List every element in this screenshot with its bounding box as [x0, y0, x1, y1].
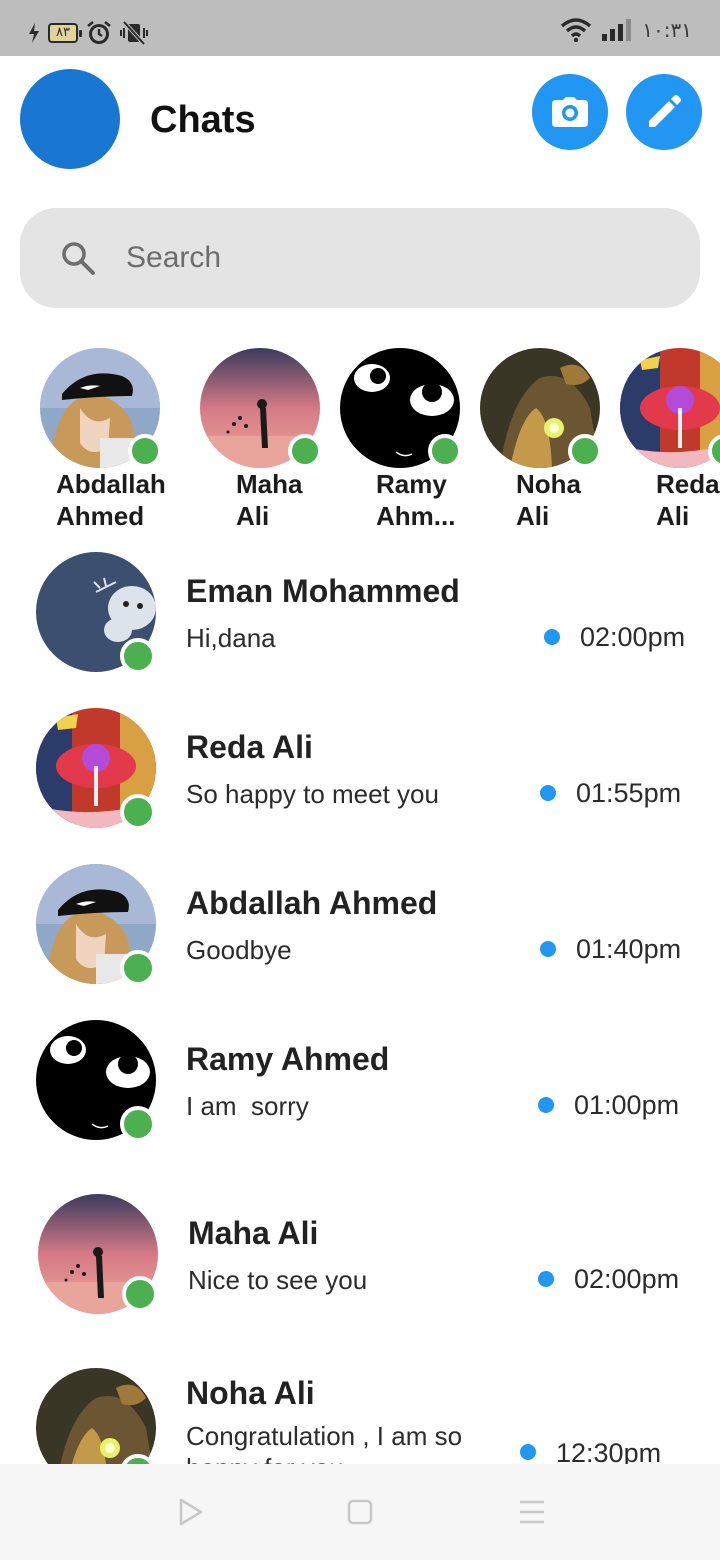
story-name: Noha Ali — [516, 469, 581, 531]
search-input[interactable] — [126, 241, 646, 275]
chat-message-preview: I am sorry — [186, 1091, 309, 1121]
page-title: Chats — [150, 99, 256, 141]
home-button[interactable] — [342, 1494, 378, 1530]
chat-row[interactable]: Noha Ali Congratulation , I am so happy … — [0, 1356, 720, 1464]
unread-indicator — [540, 941, 556, 957]
online-indicator — [428, 434, 462, 468]
online-indicator — [128, 434, 162, 468]
online-indicator — [288, 434, 322, 468]
chat-time: 01:00pm — [574, 1090, 680, 1120]
chat-name: Ramy Ahmed — [186, 1041, 390, 1077]
unread-indicator — [540, 785, 556, 801]
chat-row[interactable]: Maha Ali Nice to see you 02:00pm — [0, 1182, 720, 1322]
unread-indicator — [538, 1097, 554, 1113]
chat-time: 01:40pm — [576, 934, 682, 964]
story-name: Abdallah Ahmed — [56, 469, 166, 531]
story-name: Ramy Ahm... — [376, 469, 456, 531]
online-indicator — [120, 950, 156, 986]
chat-name: Reda Ali — [186, 729, 313, 765]
signal-icon — [602, 19, 632, 41]
status-right: ١٠:٣١ — [560, 18, 692, 42]
camera-button[interactable] — [532, 74, 608, 150]
online-indicator — [568, 434, 602, 468]
online-indicator — [120, 794, 156, 830]
chat-message-preview: Nice to see you — [188, 1265, 368, 1295]
unread-indicator — [538, 1271, 554, 1287]
menu-button[interactable] — [514, 1494, 550, 1530]
online-indicator — [122, 1276, 158, 1312]
pencil-icon — [649, 95, 681, 127]
chat-name: Maha Ali — [188, 1215, 319, 1251]
chat-name: Abdallah Ahmed — [186, 885, 438, 921]
chat-row[interactable]: Abdallah Ahmed Goodbye 01:40pm — [0, 852, 720, 992]
online-indicator — [120, 1106, 156, 1142]
hamburger-icon — [520, 1500, 544, 1524]
unread-indicator — [544, 629, 560, 645]
battery-indicator: ٨٣ — [48, 23, 82, 43]
chat-time: 02:00pm — [580, 622, 686, 652]
status-bar: ٨٣ ١٠:٣١ — [0, 0, 720, 56]
square-icon — [347, 1499, 373, 1525]
chat-row[interactable]: Ramy Ahmed I am sorry 01:00pm — [0, 1008, 720, 1148]
chat-message-preview: Congratulation , I am so happy for you — [186, 1421, 463, 1464]
chat-time: 12:30pm — [556, 1438, 662, 1464]
chat-message-preview: So happy to meet you — [186, 779, 439, 809]
story-name: Maha Ali — [236, 469, 303, 531]
search-icon — [62, 242, 95, 275]
chat-row[interactable]: Eman Mohammed Hi,dana 02:00pm — [0, 540, 720, 680]
charging-icon — [29, 23, 39, 43]
chat-message-preview: Hi,dana — [186, 623, 276, 653]
play-triangle-icon — [179, 1498, 203, 1526]
chat-message-preview: Goodbye — [186, 935, 292, 965]
search-bar[interactable] — [20, 208, 700, 308]
unread-indicator — [520, 1444, 536, 1460]
chat-name: Eman Mohammed — [186, 573, 460, 609]
avatar — [36, 1368, 156, 1464]
back-button[interactable] — [172, 1494, 208, 1530]
story-name: Reda Ali — [656, 469, 720, 531]
status-time: ١٠:٣١ — [642, 18, 692, 42]
profile-avatar[interactable] — [20, 69, 120, 169]
compose-button[interactable] — [626, 74, 702, 150]
chat-list: Eman Mohammed Hi,dana 02:00pm Reda Ali S… — [0, 540, 720, 1464]
alarm-icon — [87, 20, 111, 44]
chat-time: 01:55pm — [576, 778, 682, 808]
chat-name: Noha Ali — [186, 1375, 315, 1411]
camera-icon — [552, 97, 588, 127]
chat-row[interactable]: Reda Ali So happy to meet you 01:55pm — [0, 696, 720, 836]
online-indicator — [120, 638, 156, 674]
system-navigation-bar — [0, 1464, 720, 1560]
active-stories-row[interactable]: Abdallah Ahmed Maha Ali Ramy Ahm... Noha… — [0, 348, 720, 538]
wifi-icon — [561, 18, 592, 42]
status-left: ٨٣ — [28, 20, 148, 46]
chat-time: 02:00pm — [574, 1264, 680, 1294]
avatar — [620, 348, 720, 468]
vibrate-off-icon — [119, 21, 148, 45]
